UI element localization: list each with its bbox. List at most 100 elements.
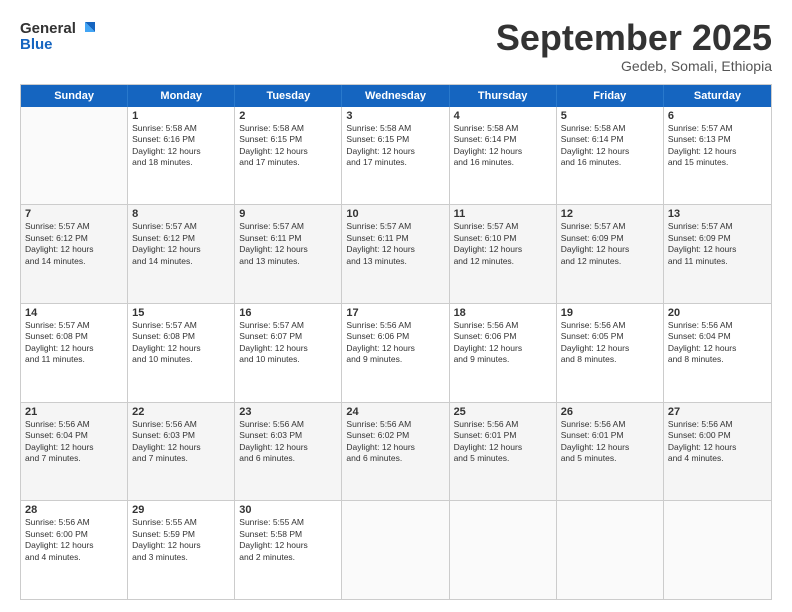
cell-day-number: 29 <box>132 504 230 516</box>
calendar-header: SundayMondayTuesdayWednesdayThursdayFrid… <box>21 85 771 107</box>
calendar-cell-w2d3: 17Sunrise: 5:56 AM Sunset: 6:06 PM Dayli… <box>342 304 449 402</box>
calendar-cell-w1d5: 12Sunrise: 5:57 AM Sunset: 6:09 PM Dayli… <box>557 205 664 303</box>
cell-info: Sunrise: 5:57 AM Sunset: 6:08 PM Dayligh… <box>25 320 123 366</box>
logo: General Blue <box>20 18 99 54</box>
cell-day-number: 30 <box>239 504 337 516</box>
cell-info: Sunrise: 5:56 AM Sunset: 6:00 PM Dayligh… <box>25 517 123 563</box>
cell-info: Sunrise: 5:55 AM Sunset: 5:58 PM Dayligh… <box>239 517 337 563</box>
calendar-cell-w1d0: 7Sunrise: 5:57 AM Sunset: 6:12 PM Daylig… <box>21 205 128 303</box>
cell-day-number: 15 <box>132 307 230 319</box>
cell-day-number: 24 <box>346 406 444 418</box>
calendar-cell-w4d5 <box>557 501 664 599</box>
calendar-body: 1Sunrise: 5:58 AM Sunset: 6:16 PM Daylig… <box>21 107 771 599</box>
month-title: September 2025 <box>496 18 772 58</box>
calendar-cell-w2d0: 14Sunrise: 5:57 AM Sunset: 6:08 PM Dayli… <box>21 304 128 402</box>
cell-day-number: 23 <box>239 406 337 418</box>
calendar-cell-w3d5: 26Sunrise: 5:56 AM Sunset: 6:01 PM Dayli… <box>557 403 664 501</box>
cell-info: Sunrise: 5:56 AM Sunset: 6:00 PM Dayligh… <box>668 419 767 465</box>
calendar-cell-w3d2: 23Sunrise: 5:56 AM Sunset: 6:03 PM Dayli… <box>235 403 342 501</box>
cell-day-number: 2 <box>239 110 337 122</box>
calendar-cell-w4d1: 29Sunrise: 5:55 AM Sunset: 5:59 PM Dayli… <box>128 501 235 599</box>
cell-day-number: 18 <box>454 307 552 319</box>
cell-day-number: 10 <box>346 208 444 220</box>
cell-day-number: 11 <box>454 208 552 220</box>
calendar-row-1: 7Sunrise: 5:57 AM Sunset: 6:12 PM Daylig… <box>21 204 771 303</box>
calendar-cell-w1d4: 11Sunrise: 5:57 AM Sunset: 6:10 PM Dayli… <box>450 205 557 303</box>
calendar-cell-w0d2: 2Sunrise: 5:58 AM Sunset: 6:15 PM Daylig… <box>235 107 342 205</box>
calendar-cell-w4d3 <box>342 501 449 599</box>
calendar-cell-w4d6 <box>664 501 771 599</box>
calendar-cell-w3d3: 24Sunrise: 5:56 AM Sunset: 6:02 PM Dayli… <box>342 403 449 501</box>
header-day-monday: Monday <box>128 85 235 107</box>
cell-day-number: 7 <box>25 208 123 220</box>
calendar-row-0: 1Sunrise: 5:58 AM Sunset: 6:16 PM Daylig… <box>21 107 771 205</box>
cell-day-number: 19 <box>561 307 659 319</box>
cell-info: Sunrise: 5:56 AM Sunset: 6:05 PM Dayligh… <box>561 320 659 366</box>
calendar-cell-w2d1: 15Sunrise: 5:57 AM Sunset: 6:08 PM Dayli… <box>128 304 235 402</box>
cell-info: Sunrise: 5:56 AM Sunset: 6:04 PM Dayligh… <box>668 320 767 366</box>
header-day-tuesday: Tuesday <box>235 85 342 107</box>
cell-day-number: 26 <box>561 406 659 418</box>
calendar-cell-w1d2: 9Sunrise: 5:57 AM Sunset: 6:11 PM Daylig… <box>235 205 342 303</box>
calendar-cell-w0d5: 5Sunrise: 5:58 AM Sunset: 6:14 PM Daylig… <box>557 107 664 205</box>
cell-day-number: 8 <box>132 208 230 220</box>
cell-info: Sunrise: 5:56 AM Sunset: 6:04 PM Dayligh… <box>25 419 123 465</box>
cell-day-number: 5 <box>561 110 659 122</box>
calendar-cell-w4d2: 30Sunrise: 5:55 AM Sunset: 5:58 PM Dayli… <box>235 501 342 599</box>
cell-info: Sunrise: 5:56 AM Sunset: 6:03 PM Dayligh… <box>132 419 230 465</box>
cell-day-number: 9 <box>239 208 337 220</box>
cell-info: Sunrise: 5:55 AM Sunset: 5:59 PM Dayligh… <box>132 517 230 563</box>
cell-day-number: 21 <box>25 406 123 418</box>
cell-day-number: 17 <box>346 307 444 319</box>
cell-day-number: 25 <box>454 406 552 418</box>
cell-info: Sunrise: 5:58 AM Sunset: 6:15 PM Dayligh… <box>239 123 337 169</box>
cell-info: Sunrise: 5:57 AM Sunset: 6:10 PM Dayligh… <box>454 221 552 267</box>
cell-info: Sunrise: 5:56 AM Sunset: 6:06 PM Dayligh… <box>454 320 552 366</box>
cell-info: Sunrise: 5:56 AM Sunset: 6:03 PM Dayligh… <box>239 419 337 465</box>
cell-info: Sunrise: 5:57 AM Sunset: 6:11 PM Dayligh… <box>346 221 444 267</box>
cell-info: Sunrise: 5:57 AM Sunset: 6:12 PM Dayligh… <box>132 221 230 267</box>
header-day-saturday: Saturday <box>664 85 771 107</box>
cell-info: Sunrise: 5:57 AM Sunset: 6:12 PM Dayligh… <box>25 221 123 267</box>
title-block: September 2025 Gedeb, Somali, Ethiopia <box>496 18 772 74</box>
calendar-cell-w4d0: 28Sunrise: 5:56 AM Sunset: 6:00 PM Dayli… <box>21 501 128 599</box>
calendar-cell-w0d3: 3Sunrise: 5:58 AM Sunset: 6:15 PM Daylig… <box>342 107 449 205</box>
cell-day-number: 1 <box>132 110 230 122</box>
cell-info: Sunrise: 5:58 AM Sunset: 6:16 PM Dayligh… <box>132 123 230 169</box>
calendar-cell-w2d2: 16Sunrise: 5:57 AM Sunset: 6:07 PM Dayli… <box>235 304 342 402</box>
cell-info: Sunrise: 5:57 AM Sunset: 6:09 PM Dayligh… <box>561 221 659 267</box>
calendar-row-3: 21Sunrise: 5:56 AM Sunset: 6:04 PM Dayli… <box>21 402 771 501</box>
cell-day-number: 22 <box>132 406 230 418</box>
calendar-cell-w3d6: 27Sunrise: 5:56 AM Sunset: 6:00 PM Dayli… <box>664 403 771 501</box>
cell-info: Sunrise: 5:57 AM Sunset: 6:08 PM Dayligh… <box>132 320 230 366</box>
header-day-thursday: Thursday <box>450 85 557 107</box>
calendar-cell-w2d5: 19Sunrise: 5:56 AM Sunset: 6:05 PM Dayli… <box>557 304 664 402</box>
calendar-cell-w4d4 <box>450 501 557 599</box>
cell-info: Sunrise: 5:56 AM Sunset: 6:02 PM Dayligh… <box>346 419 444 465</box>
calendar-cell-w1d1: 8Sunrise: 5:57 AM Sunset: 6:12 PM Daylig… <box>128 205 235 303</box>
cell-day-number: 28 <box>25 504 123 516</box>
cell-day-number: 27 <box>668 406 767 418</box>
calendar-cell-w1d3: 10Sunrise: 5:57 AM Sunset: 6:11 PM Dayli… <box>342 205 449 303</box>
calendar-cell-w0d0 <box>21 107 128 205</box>
page: General Blue September 2025 Gedeb, Somal… <box>0 0 792 612</box>
cell-info: Sunrise: 5:56 AM Sunset: 6:01 PM Dayligh… <box>561 419 659 465</box>
calendar-row-4: 28Sunrise: 5:56 AM Sunset: 6:00 PM Dayli… <box>21 500 771 599</box>
cell-day-number: 13 <box>668 208 767 220</box>
calendar-cell-w0d1: 1Sunrise: 5:58 AM Sunset: 6:16 PM Daylig… <box>128 107 235 205</box>
calendar: SundayMondayTuesdayWednesdayThursdayFrid… <box>20 84 772 600</box>
calendar-row-2: 14Sunrise: 5:57 AM Sunset: 6:08 PM Dayli… <box>21 303 771 402</box>
header-day-wednesday: Wednesday <box>342 85 449 107</box>
calendar-cell-w1d6: 13Sunrise: 5:57 AM Sunset: 6:09 PM Dayli… <box>664 205 771 303</box>
location: Gedeb, Somali, Ethiopia <box>496 58 772 74</box>
calendar-cell-w3d1: 22Sunrise: 5:56 AM Sunset: 6:03 PM Dayli… <box>128 403 235 501</box>
calendar-cell-w2d4: 18Sunrise: 5:56 AM Sunset: 6:06 PM Dayli… <box>450 304 557 402</box>
cell-day-number: 6 <box>668 110 767 122</box>
cell-info: Sunrise: 5:56 AM Sunset: 6:06 PM Dayligh… <box>346 320 444 366</box>
calendar-cell-w0d6: 6Sunrise: 5:57 AM Sunset: 6:13 PM Daylig… <box>664 107 771 205</box>
cell-info: Sunrise: 5:57 AM Sunset: 6:11 PM Dayligh… <box>239 221 337 267</box>
calendar-cell-w0d4: 4Sunrise: 5:58 AM Sunset: 6:14 PM Daylig… <box>450 107 557 205</box>
calendar-cell-w3d0: 21Sunrise: 5:56 AM Sunset: 6:04 PM Dayli… <box>21 403 128 501</box>
cell-info: Sunrise: 5:57 AM Sunset: 6:09 PM Dayligh… <box>668 221 767 267</box>
cell-day-number: 3 <box>346 110 444 122</box>
